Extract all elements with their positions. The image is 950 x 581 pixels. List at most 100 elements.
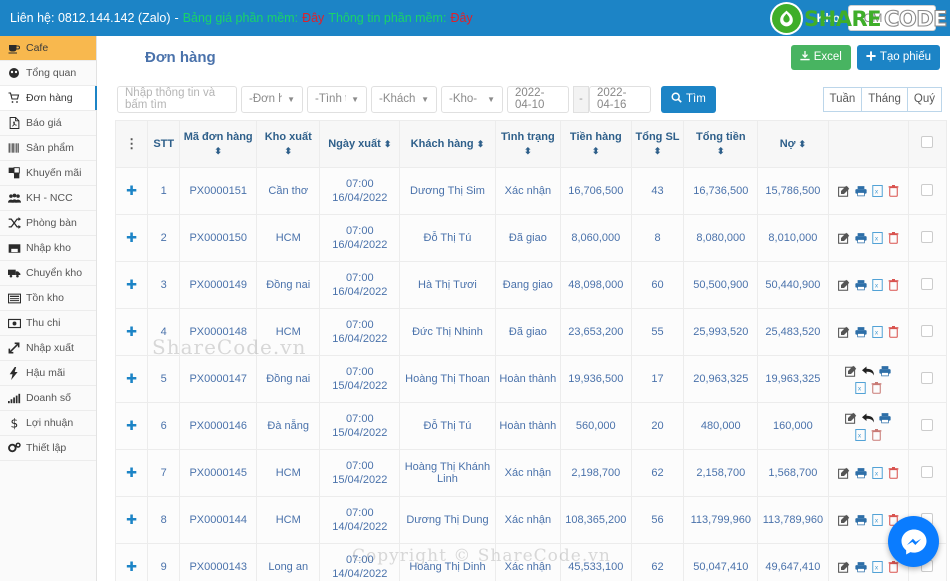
excel-icon[interactable]: x: [871, 561, 883, 573]
sidebar-item-don-hang[interactable]: Đơn hàng: [0, 86, 97, 111]
row-expand-cell[interactable]: ✚: [114, 214, 149, 262]
row-checkbox[interactable]: [921, 183, 934, 196]
sidebar-item-doanh-so[interactable]: Doanh số: [0, 386, 96, 411]
table-row[interactable]: ✚ 7 PX0000145 HCM 07:00 15/04/2022 Hoàng Thị K…: [114, 449, 948, 497]
sidebar-item-kh-ncc[interactable]: KH - NCC: [0, 186, 96, 211]
excel-icon[interactable]: x: [854, 381, 866, 394]
software-info-link[interactable]: Đây: [450, 11, 472, 25]
cell-customer[interactable]: Dương Thị Dung: [399, 496, 496, 544]
edit-icon[interactable]: [837, 185, 850, 197]
table-row[interactable]: ✚ 2 PX0000150 HCM 07:00 16/04/2022 Đỗ Thị Tú Đã…: [114, 214, 948, 262]
cell-order-code[interactable]: PX0000148: [179, 308, 258, 356]
cell-select[interactable]: [907, 308, 948, 356]
sidebar-item-hau-mai[interactable]: Hậu mãi: [0, 361, 96, 386]
cell-customer[interactable]: Hoàng Thị Dinh: [399, 543, 496, 581]
expand-icon[interactable]: ✚: [126, 371, 137, 386]
expand-icon[interactable]: ✚: [126, 465, 137, 480]
print-icon[interactable]: [854, 467, 867, 479]
edit-icon[interactable]: [837, 561, 850, 573]
cell-customer[interactable]: Hoàng Thị Khánh Linh: [399, 449, 496, 497]
period-week-button[interactable]: Tuần: [822, 86, 862, 112]
cell-select[interactable]: [907, 449, 948, 497]
kebab-menu-icon[interactable]: ⋮: [118, 137, 145, 150]
table-row[interactable]: ✚ 6 PX0000146 Đà nẵng 07:00 15/04/2022 Đỗ Thị …: [114, 402, 948, 450]
sort-icon[interactable]: ⬍: [477, 139, 485, 149]
edit-icon[interactable]: [837, 279, 850, 291]
customer-select[interactable]: -Khách ▼: [371, 85, 437, 113]
cell-customer[interactable]: Đức Thị Nhinh: [399, 308, 496, 356]
cell-customer[interactable]: Dương Thị Sim: [399, 167, 496, 215]
excel-icon[interactable]: x: [871, 514, 883, 526]
messenger-chat-button[interactable]: [888, 516, 939, 567]
column-header-debt[interactable]: Nợ ⬍: [757, 120, 829, 168]
price-list-link[interactable]: Đây: [302, 11, 324, 25]
cell-order-code[interactable]: PX0000147: [179, 355, 258, 403]
row-checkbox[interactable]: [921, 277, 934, 290]
cell-order-code[interactable]: PX0000144: [179, 496, 258, 544]
cell-order-code[interactable]: PX0000151: [179, 167, 258, 215]
search-input[interactable]: Nhập thông tin và bấm tìm: [117, 85, 237, 113]
column-header-total[interactable]: Tổng tiền ⬍: [683, 120, 759, 168]
delete-icon[interactable]: [888, 232, 899, 244]
expand-icon[interactable]: ✚: [126, 277, 137, 292]
search-button[interactable]: Tìm: [661, 85, 716, 113]
row-checkbox[interactable]: [921, 230, 934, 243]
column-header-goods-amount[interactable]: Tiền hàng ⬍: [560, 120, 632, 168]
row-checkbox[interactable]: [921, 465, 934, 478]
edit-icon[interactable]: [837, 467, 850, 479]
sort-icon[interactable]: ⬍: [524, 146, 532, 156]
sort-icon[interactable]: ⬍: [592, 146, 600, 156]
column-header-order-code[interactable]: Mã đơn hàng ⬍: [179, 120, 258, 168]
table-row[interactable]: ✚ 1 PX0000151 Cần thơ 07:00 16/04/2022 Dương T…: [114, 167, 948, 215]
cell-customer[interactable]: Hà Thị Tươi: [399, 261, 496, 309]
expand-icon[interactable]: ✚: [126, 183, 137, 198]
edit-icon[interactable]: [845, 412, 857, 424]
sidebar-item-nhap-xuat[interactable]: Nhập xuất: [0, 336, 96, 361]
row-checkbox[interactable]: [921, 371, 934, 384]
period-quarter-button[interactable]: Quý: [906, 86, 942, 112]
cell-select[interactable]: [907, 402, 948, 450]
column-header-menu[interactable]: ⋮: [114, 120, 149, 168]
cell-select[interactable]: [907, 355, 948, 403]
print-icon[interactable]: [854, 561, 867, 573]
delete-icon[interactable]: [888, 561, 899, 573]
print-icon[interactable]: [854, 232, 867, 244]
delete-icon[interactable]: [871, 428, 882, 441]
excel-icon[interactable]: x: [871, 185, 883, 197]
sidebar-item-chuyen-kho[interactable]: Chuyển kho: [0, 261, 96, 286]
date-from-input[interactable]: 2022-04-10: [507, 85, 569, 113]
row-expand-cell[interactable]: ✚: [114, 167, 149, 215]
row-expand-cell[interactable]: ✚: [114, 355, 149, 403]
sidebar-item-bao-gia[interactable]: Báo giá: [0, 111, 96, 136]
expand-icon[interactable]: ✚: [126, 559, 137, 574]
sidebar-item-cafe[interactable]: Cafe: [0, 36, 96, 61]
cell-select[interactable]: [907, 167, 948, 215]
cell-order-code[interactable]: PX0000145: [179, 449, 258, 497]
table-row[interactable]: ✚ 5 PX0000147 Đồng nai 07:00 15/04/2022 Hoàng …: [114, 355, 948, 403]
edit-icon[interactable]: [845, 365, 857, 377]
print-icon[interactable]: [879, 365, 891, 377]
sort-icon[interactable]: ⬍: [384, 139, 392, 149]
table-row[interactable]: ✚ 4 PX0000148 HCM 07:00 16/04/2022 Đức Thị Nhi…: [114, 308, 948, 356]
status-select[interactable]: -Tình tr ▼: [307, 85, 367, 113]
sidebar-item-loi-nhuan[interactable]: $ Lợi nhuận: [0, 411, 96, 436]
expand-icon[interactable]: ✚: [126, 418, 137, 433]
sidebar-item-thu-chi[interactable]: Thu chi: [0, 311, 96, 336]
table-row[interactable]: ✚ 8 PX0000144 HCM 07:00 14/04/2022 Dương Thị D…: [114, 496, 948, 544]
cell-order-code[interactable]: PX0000143: [179, 543, 258, 581]
cell-select[interactable]: [907, 261, 948, 309]
excel-icon[interactable]: x: [871, 279, 883, 291]
print-icon[interactable]: [879, 412, 891, 424]
sidebar-item-nhap-kho[interactable]: Nhập kho: [0, 236, 96, 261]
row-expand-cell[interactable]: ✚: [114, 543, 149, 581]
warehouse-select[interactable]: HCM: [848, 5, 936, 31]
row-expand-cell[interactable]: ✚: [114, 402, 149, 450]
sidebar-item-san-pham[interactable]: Sản phẩm: [0, 136, 96, 161]
print-icon[interactable]: [854, 185, 867, 197]
cell-select[interactable]: [907, 214, 948, 262]
column-header-date[interactable]: Ngày xuất ⬍: [319, 120, 401, 168]
table-row[interactable]: ✚ 3 PX0000149 Đồng nai 07:00 16/04/2022 Hà Thị…: [114, 261, 948, 309]
print-icon[interactable]: [854, 514, 867, 526]
create-order-button[interactable]: Tạo phiếu: [856, 44, 940, 70]
excel-icon[interactable]: x: [854, 428, 866, 441]
